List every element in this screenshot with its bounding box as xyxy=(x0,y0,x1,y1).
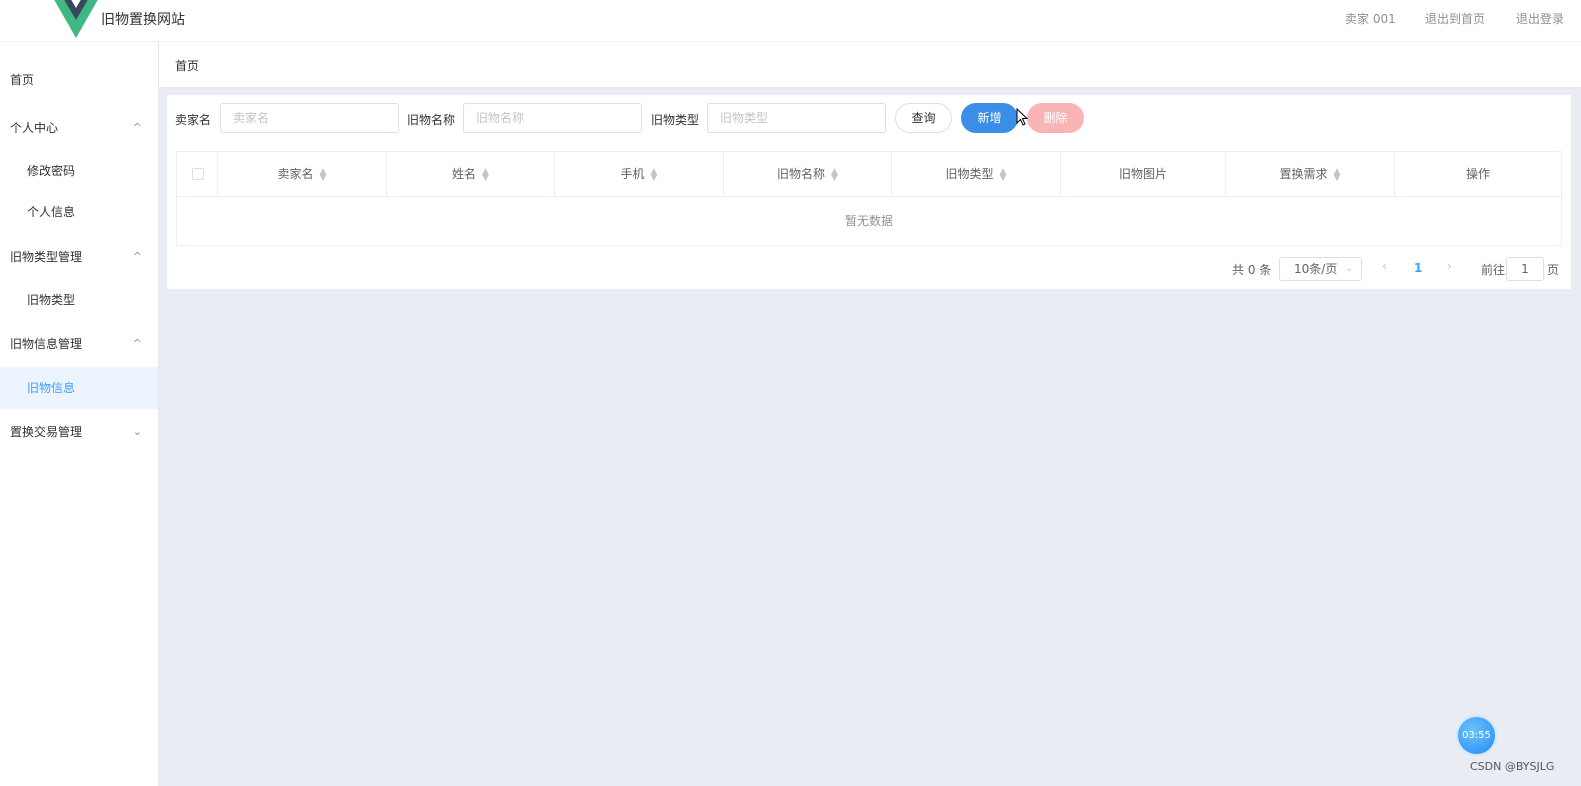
sort-icon[interactable]: ▲ ▼ xyxy=(651,167,658,182)
goto-label: 前往 xyxy=(1481,263,1506,277)
item-name-label: 旧物名称 xyxy=(407,113,456,127)
chevron-down-icon: ⌄ xyxy=(1345,264,1353,274)
column-header-exchange-demand[interactable]: 置换需求 ▲ ▼ xyxy=(1226,152,1395,197)
sort-icon[interactable]: ▲ ▼ xyxy=(831,167,838,182)
column-header-seller[interactable]: 卖家名 ▲ ▼ xyxy=(218,152,387,197)
data-table: 卖家名 ▲ ▼ 姓名 ▲ ▼ 手机 ▲ ▼ 旧物名称 ▲ ▼ 旧物类型 ▲ ▼ 旧物图片 置换需求 ▲… xyxy=(176,151,1562,246)
prev-page-icon[interactable]: ‹ xyxy=(1382,259,1387,273)
site-title: 旧物置换网站 xyxy=(101,12,185,28)
mouse-cursor-icon xyxy=(1016,108,1028,126)
sidebar-item-personal-info[interactable]: 个人信息 xyxy=(0,192,158,232)
column-header-phone[interactable]: 手机 ▲ ▼ xyxy=(555,152,724,197)
main-panel: 卖家名 旧物名称 旧物类型 查询 新增 删除 卖家名▲▼ 姓名▲▼ 手机▲▼ 旧… xyxy=(167,95,1571,289)
chevron-up-icon: ^ xyxy=(132,250,142,263)
sidebar-item-change-password[interactable]: 修改密码 xyxy=(0,151,158,191)
sort-icon[interactable]: ▲ ▼ xyxy=(1000,167,1007,182)
user-name-link[interactable]: 卖家 001 xyxy=(1345,10,1396,27)
select-all-column xyxy=(177,152,218,197)
sort-icon[interactable]: ▲ ▼ xyxy=(320,167,327,182)
page-size-select[interactable]: 10条/页 ⌄ xyxy=(1279,257,1362,281)
column-header-item-type[interactable]: 旧物类型 ▲ ▼ xyxy=(892,152,1061,197)
item-type-input[interactable] xyxy=(707,103,886,133)
column-header-actions: 操作 xyxy=(1465,167,1490,181)
item-name-input[interactable] xyxy=(463,103,642,133)
empty-table-text: 暂无数据 xyxy=(844,214,893,228)
chevron-down-icon: ⌄ xyxy=(132,425,142,438)
column-header-item-name[interactable]: 旧物名称 ▲ ▼ xyxy=(724,152,892,197)
sort-icon[interactable]: ▲ ▼ xyxy=(1334,167,1341,182)
logout-link[interactable]: 退出登录 xyxy=(1516,10,1564,27)
breadcrumb-bar: 首页 xyxy=(159,42,1581,87)
vue-logo-icon xyxy=(54,0,98,38)
add-button[interactable]: 新增 xyxy=(961,103,1018,133)
column-header-item-image: 旧物图片 xyxy=(1061,152,1226,197)
item-type-label: 旧物类型 xyxy=(651,113,700,127)
sidebar-item-item-info[interactable]: 旧物信息 xyxy=(0,367,158,409)
sidebar-item-personal-center[interactable]: 个人中心 ^ xyxy=(0,108,158,148)
seller-name-input[interactable] xyxy=(220,103,399,133)
page-number-current[interactable]: 1 xyxy=(1414,261,1422,275)
breadcrumb[interactable]: 首页 xyxy=(175,57,199,74)
seller-name-label: 卖家名 xyxy=(175,113,212,127)
recording-timer: 03:55 xyxy=(1458,717,1495,754)
sidebar-item-home[interactable]: 首页 xyxy=(0,60,158,100)
sidebar: 首页 个人中心 ^ 修改密码 个人信息 旧物类型管理 ^ 旧物类型 旧物信息管理 ^ … xyxy=(0,42,159,786)
delete-button[interactable]: 删除 xyxy=(1027,103,1084,133)
sidebar-item-item-type[interactable]: 旧物类型 xyxy=(0,280,158,320)
sidebar-item-exchange-management[interactable]: 置换交易管理 ⌄ xyxy=(0,412,158,452)
watermark: CSDN @BYSJLG xyxy=(1470,760,1555,773)
goto-page-input[interactable] xyxy=(1506,257,1544,281)
pagination-total: 共 0 条 xyxy=(1232,263,1272,277)
sort-icon[interactable]: ▲ ▼ xyxy=(482,167,489,182)
chevron-up-icon: ^ xyxy=(132,337,142,350)
select-all-checkbox[interactable] xyxy=(192,168,204,180)
table-header: 卖家名 ▲ ▼ 姓名 ▲ ▼ 手机 ▲ ▼ 旧物名称 ▲ ▼ 旧物类型 ▲ ▼ 旧物图片 置换需求 ▲… xyxy=(177,152,1561,197)
query-button[interactable]: 查询 xyxy=(895,103,952,133)
back-home-link[interactable]: 退出到首页 xyxy=(1425,10,1485,27)
next-page-icon[interactable]: › xyxy=(1447,259,1452,273)
sidebar-item-item-type-management[interactable]: 旧物类型管理 ^ xyxy=(0,237,158,277)
chevron-up-icon: ^ xyxy=(132,121,142,134)
page-unit-label: 页 xyxy=(1547,263,1560,277)
top-bar: 旧物置换网站 卖家 001 退出到首页 退出登录 xyxy=(0,0,1581,42)
column-header-name[interactable]: 姓名 ▲ ▼ xyxy=(387,152,555,197)
sidebar-item-item-info-management[interactable]: 旧物信息管理 ^ xyxy=(0,324,158,364)
